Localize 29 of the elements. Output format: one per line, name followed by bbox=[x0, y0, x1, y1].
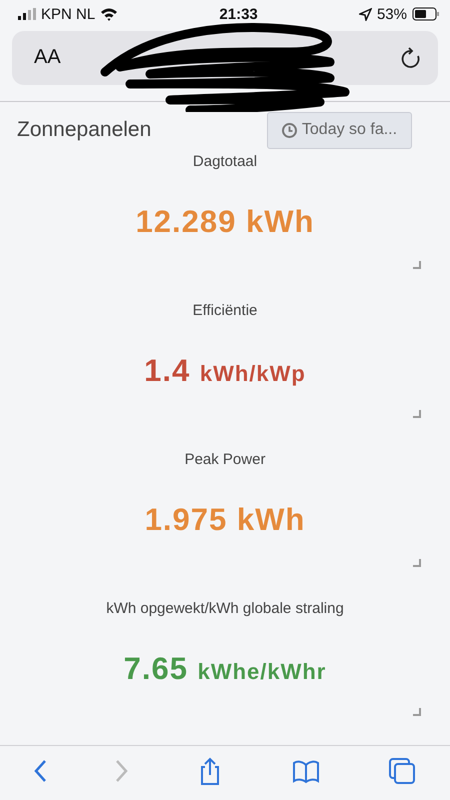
chevron-right-icon bbox=[115, 758, 128, 783]
tile-value: 7.65 kWhe/kWhr bbox=[124, 650, 326, 687]
back-button[interactable] bbox=[34, 758, 47, 783]
battery-icon bbox=[412, 7, 440, 22]
tile-label: Peak Power bbox=[184, 450, 266, 468]
wifi-icon bbox=[100, 8, 118, 21]
tabs-button[interactable] bbox=[388, 756, 416, 785]
date-range-button[interactable]: Today so fa... bbox=[267, 112, 412, 149]
signal-icon bbox=[18, 8, 36, 20]
reload-button[interactable] bbox=[400, 46, 422, 69]
tile-value: 1.4 kWh/kWp bbox=[144, 352, 306, 389]
tile-label: Efficiëntie bbox=[192, 302, 258, 319]
resize-handle-icon[interactable] bbox=[413, 410, 421, 418]
tabs-icon bbox=[388, 756, 416, 785]
clock-time: 21:33 bbox=[219, 6, 258, 23]
tile-value: 1.975 kWh bbox=[144, 502, 306, 538]
tile-label: Dagtotaal bbox=[192, 152, 258, 170]
clock-icon bbox=[282, 122, 297, 138]
tile-value: 12.289 kWh bbox=[136, 204, 314, 240]
text-size-button[interactable]: AA bbox=[34, 46, 61, 70]
carrier-name: KPN NL bbox=[41, 6, 96, 23]
location-icon bbox=[358, 8, 372, 21]
chevron-left-icon bbox=[34, 758, 47, 783]
page-title: Zonnepanelen bbox=[17, 118, 152, 142]
resize-handle-icon[interactable] bbox=[413, 708, 421, 716]
resize-handle-icon[interactable] bbox=[413, 260, 421, 269]
resize-handle-icon[interactable] bbox=[413, 558, 421, 567]
tile-label: kWh opgewekt/kWh globale straling bbox=[106, 600, 344, 617]
battery-percentage: 53% bbox=[376, 6, 407, 23]
